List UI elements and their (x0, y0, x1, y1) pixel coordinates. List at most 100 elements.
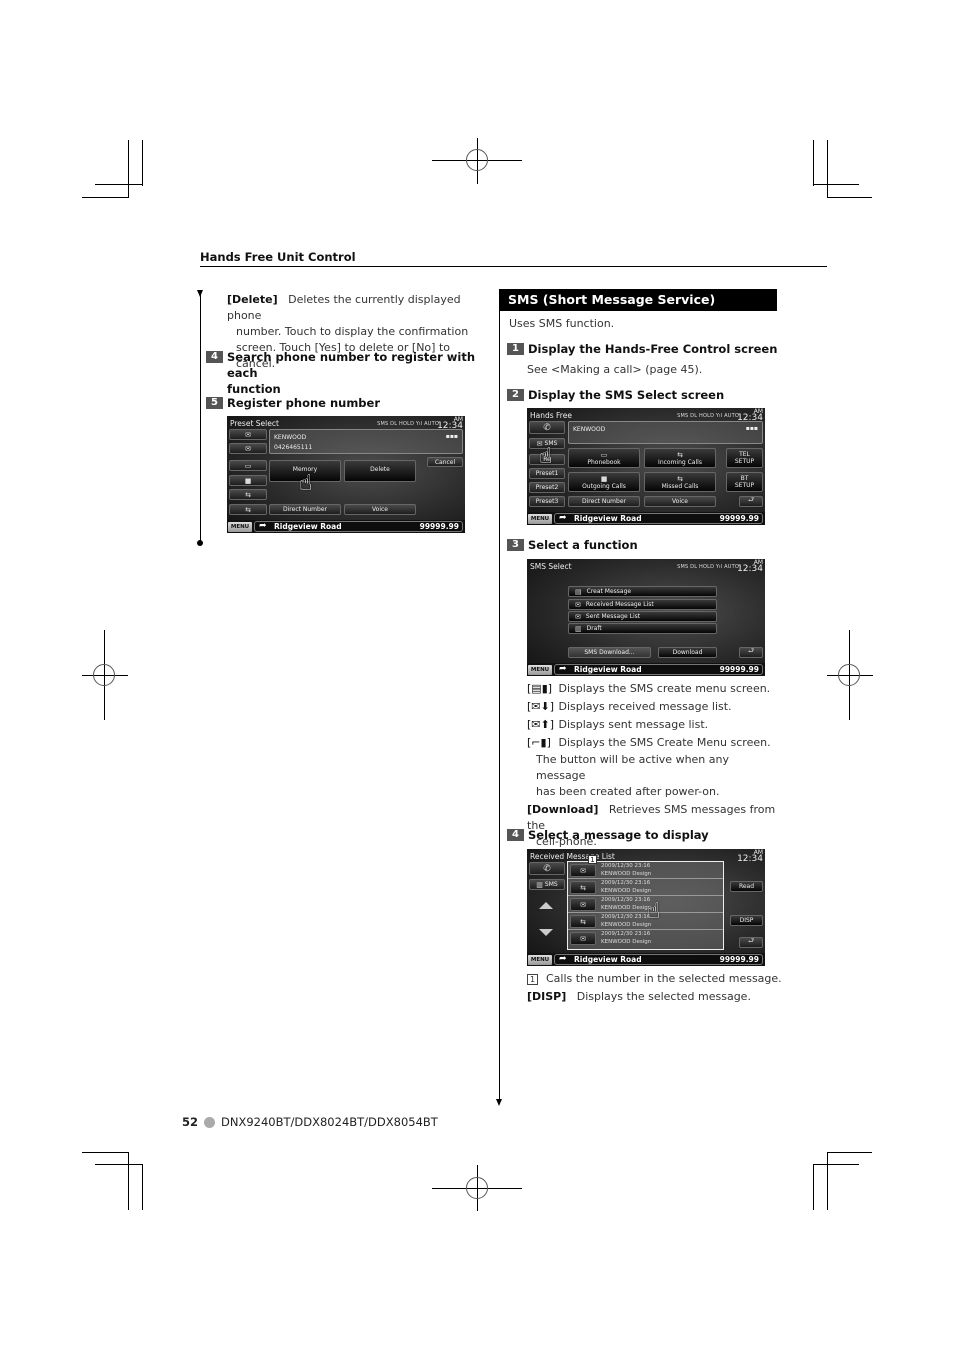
navigation-info[interactable]: ➦ Ridgeview Road 99999.99 (554, 954, 763, 965)
step-number: 3 (507, 539, 524, 551)
bt-setup-button[interactable]: BT SETUP (726, 472, 763, 492)
road-name: Ridgeview Road (274, 522, 342, 531)
book-icon: ▭ (600, 450, 608, 459)
envelope-icon: ✉ (245, 444, 251, 453)
message-date: 2009/12/30 23:16 (601, 897, 651, 903)
missed-side-button[interactable]: ⇆ (229, 504, 267, 515)
read-button[interactable]: Read (730, 881, 763, 892)
nav-bar: MENU ➦ Ridgeview Road 99999.99 (527, 953, 765, 966)
page-number: 52 (182, 1115, 199, 1129)
menu-button[interactable]: MENU (228, 522, 252, 532)
sms-menu-button[interactable]: ▥ SMS (529, 879, 565, 890)
contact-number: 0426465111 (274, 444, 313, 451)
message-row[interactable]: ⇆ 2009/12/30 23:16 KENWOOD Design (568, 879, 723, 896)
download-button[interactable]: Download (658, 647, 717, 658)
menu-button[interactable]: MENU (528, 955, 552, 965)
flow-line-left (200, 295, 201, 542)
navigation-info[interactable]: ➦ Ridgeview Road 99999.99 (254, 521, 463, 532)
disp-description: [DISP] Displays the selected message. (527, 990, 751, 1003)
menu-button[interactable]: MENU (528, 514, 552, 524)
voice-button[interactable]: Voice (644, 496, 716, 507)
distance: 99999.99 (719, 665, 759, 674)
distance: 99999.99 (719, 514, 759, 523)
sms-select-screen: SMS Select SMS DL HOLD Yıl AUTO AM 12:34 … (527, 559, 765, 676)
message-sender: KENWOOD Design (601, 939, 652, 945)
outgoing-side-button[interactable]: ■ (229, 475, 267, 486)
icon-desc-create: [▤▮] Displays the SMS create menu screen… (527, 682, 771, 695)
menu-button[interactable]: MENU (528, 665, 552, 675)
phonebook-button[interactable]: ▭ Phonebook (568, 448, 640, 468)
missed-calls-button[interactable]: ⇆ Missed Calls (644, 472, 716, 492)
navigation-info[interactable]: ➦ Ridgeview Road 99999.99 (554, 513, 763, 524)
message-sender: KENWOOD Design (601, 905, 652, 911)
header-rule (200, 266, 827, 267)
incoming-calls-icon: ⇆ (245, 490, 251, 499)
preset-select-screen: Preset Select SMS DL HOLD Yıl AUTO AM 12:… (227, 416, 465, 533)
direct-number-button[interactable]: Direct Number (269, 504, 341, 515)
flow-end-dot (197, 540, 203, 546)
phonebook-side-button[interactable]: ▭ (229, 460, 267, 471)
tel-setup-button[interactable]: TEL SETUP (726, 448, 763, 468)
message-row[interactable]: ✉ 2009/12/30 23:16 KENWOOD Design (568, 930, 723, 947)
draft-item[interactable]: ▥ Draft (568, 623, 717, 634)
call-button[interactable]: ✆ (529, 862, 565, 875)
envelope-icon[interactable]: ✉ (570, 932, 596, 945)
pointing-hand-icon: ☝ (539, 444, 553, 469)
pointing-hand-icon: ☝ (647, 899, 661, 924)
section-heading: SMS (Short Message Service) (500, 289, 777, 311)
scroll-up-button[interactable] (539, 902, 553, 909)
message-row[interactable]: ✉ 2009/12/30 23:16 KENWOOD Design (568, 862, 723, 879)
contact-info-box: KENWOOD ▪▪▪ (568, 421, 763, 444)
sent-message-list-item[interactable]: ✉ Sent Message List (568, 611, 717, 622)
message-row[interactable]: ⇆ 2009/12/30 23:16 KENWOOD Design (568, 913, 723, 930)
disp-button[interactable]: DISP (730, 915, 763, 926)
handset-icon: ✆ (543, 863, 551, 874)
preset3-button[interactable]: Preset3 (529, 496, 565, 507)
return-arrow-icon: ⮐ (747, 496, 755, 504)
step-4-search: 4 Search phone number to register with e… (206, 349, 486, 397)
outgoing-calls-button[interactable]: ■ Outgoing Calls (568, 472, 640, 492)
contact-name: KENWOOD (573, 426, 606, 433)
incoming-calls-button[interactable]: ⇆ Incoming Calls (644, 448, 716, 468)
scroll-down-button[interactable] (539, 929, 553, 936)
direct-number-button[interactable]: Direct Number (568, 496, 640, 507)
received-message-list-item[interactable]: ✉ Received Message List (568, 599, 717, 610)
return-button[interactable]: ⮐ (739, 647, 763, 658)
create-message-icon: ▤▮ (531, 682, 548, 695)
reply-icon[interactable]: ⇆ (570, 881, 596, 894)
step-3-select-function: 3 Select a function (507, 537, 638, 553)
nav-bar: MENU ➦ Ridgeview Road 99999.99 (527, 512, 765, 525)
voice-button[interactable]: Voice (344, 504, 416, 515)
preset2-button[interactable]: Preset2 (529, 482, 565, 493)
reply-icon[interactable]: ⇆ (570, 915, 596, 928)
sms-received-button[interactable]: ✉ (229, 429, 267, 440)
received-message-icon: ✉ (575, 600, 581, 609)
return-arrow-icon: ⮐ (747, 937, 755, 945)
navigation-info[interactable]: ➦ Ridgeview Road 99999.99 (554, 664, 763, 675)
return-button[interactable]: ⮐ (739, 937, 763, 948)
status-indicators: SMS DL HOLD Yıl AUTO (677, 413, 739, 419)
book-icon: ▭ (244, 461, 252, 470)
envelope-icon[interactable]: ✉ (570, 864, 596, 877)
message-date: 2009/12/30 23:16 (601, 880, 651, 886)
message-row[interactable]: ✉ 2009/12/30 23:16 KENWOOD Design (568, 896, 723, 913)
sms-sent-button[interactable]: ✉ (229, 443, 267, 454)
envelope-icon[interactable]: ✉ (570, 898, 596, 911)
call-button[interactable]: ✆ (529, 421, 565, 434)
message-sender: KENWOOD Design (601, 922, 652, 928)
return-button[interactable]: ⮐ (739, 496, 763, 507)
create-message-item[interactable]: ▤ Creat Message (568, 586, 717, 597)
cancel-button[interactable]: Cancel (427, 457, 463, 467)
step-2-display-sms-select: 2 Display the SMS Select screen (507, 387, 724, 403)
envelope-icon: ✉ (245, 430, 251, 439)
delete-button[interactable]: Delete (344, 460, 416, 482)
step-number: 4 (206, 351, 223, 363)
distance: 99999.99 (419, 522, 459, 531)
incoming-side-button[interactable]: ⇆ (229, 489, 267, 500)
road-name: Ridgeview Road (574, 514, 642, 523)
missed-calls-icon: ⇆ (677, 474, 683, 483)
hands-free-screen: Hands Free SMS DL HOLD Yıl AUTO AM 12:34 … (527, 408, 765, 525)
preset1-button[interactable]: Preset1 (529, 468, 565, 479)
step-number: 1 (507, 343, 524, 355)
return-arrow-icon: ⮐ (747, 647, 755, 655)
